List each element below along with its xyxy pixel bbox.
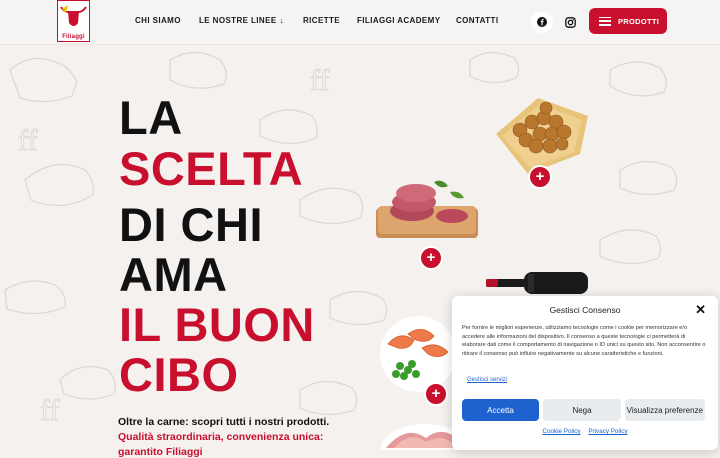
hero-subtitle-1: Oltre la carne: scopri tutti i nostri pr… [118, 416, 330, 428]
svg-text:ff: ff [310, 64, 329, 97]
close-icon[interactable]: ✕ [695, 303, 706, 316]
fried-olives-plus-button[interactable]: + [528, 165, 552, 189]
svg-text:ff: ff [18, 124, 37, 157]
nav-ricette[interactable]: RICETTE [303, 16, 340, 25]
nav-contatti[interactable]: CONTATTI [456, 16, 498, 25]
consent-body-text: Per fornire le migliori esperienze, util… [462, 325, 706, 357]
view-preferences-button[interactable]: Visualizza preferenze [625, 399, 705, 421]
hero-line-4: AMA [119, 248, 228, 301]
products-button-label: PRODOTTI [618, 16, 660, 26]
wine-bottle-image[interactable] [484, 268, 590, 298]
arrow-down-icon: ↓ [279, 16, 284, 25]
manage-services-link[interactable]: Gestisci servizi [467, 377, 507, 383]
consent-footer: Cookie Policy Privacy Policy [452, 428, 718, 435]
hero-line-2: SCELTA [119, 142, 304, 195]
burgers-plus-button[interactable]: + [419, 246, 443, 270]
fried-olives-image[interactable] [488, 94, 594, 176]
logo-text: Filiaggi [62, 34, 85, 40]
accept-button[interactable]: Accetta [462, 399, 539, 421]
svg-text:ff: ff [40, 394, 59, 427]
products-button[interactable]: PRODOTTI [589, 8, 667, 34]
instagram-icon [564, 16, 576, 28]
hero-line-1: LA [119, 91, 183, 144]
cookie-consent-dialog: Gestisci Consenso ✕ Per fornire le migli… [452, 296, 718, 450]
filiaggi-logo[interactable]: Filiaggi [57, 0, 90, 42]
facebook-icon [537, 17, 547, 27]
privacy-policy-link[interactable]: Privacy Policy [588, 428, 627, 435]
hero-line-3: DI CHI [119, 198, 263, 251]
shrimp-and-peas-image[interactable] [378, 314, 458, 394]
consent-title: Gestisci Consenso [549, 305, 621, 315]
shrimp-plus-button[interactable]: + [424, 382, 448, 406]
facebook-link[interactable] [531, 11, 553, 33]
nav-le-nostre-linee[interactable]: LE NOSTRE LINEE ↓ [199, 16, 284, 25]
nav-filiaggi-academy[interactable]: FILIAGGI ACADEMY [357, 16, 440, 25]
cookie-policy-link[interactable]: Cookie Policy [542, 428, 580, 435]
deny-button[interactable]: Nega [543, 399, 621, 421]
hamburger-icon [599, 16, 611, 26]
hero-line-5: IL BUON [119, 298, 315, 351]
hero-subtitle-3: garantito Filiaggi [118, 446, 203, 458]
instagram-link[interactable] [559, 11, 581, 33]
nav-le-nostre-linee-label: LE NOSTRE LINEE [199, 16, 277, 25]
nav-chi-siamo[interactable]: CHI SIAMO [135, 16, 181, 25]
bull-icon [60, 5, 87, 26]
hero-line-6: CIBO [119, 348, 239, 401]
burgers-image[interactable] [374, 178, 480, 240]
hero-subtitle-2: Qualità straordinaria, convenienza unica… [118, 431, 324, 443]
site-header: Filiaggi CHI SIAMO LE NOSTRE LINEE ↓ RICE… [0, 0, 720, 45]
